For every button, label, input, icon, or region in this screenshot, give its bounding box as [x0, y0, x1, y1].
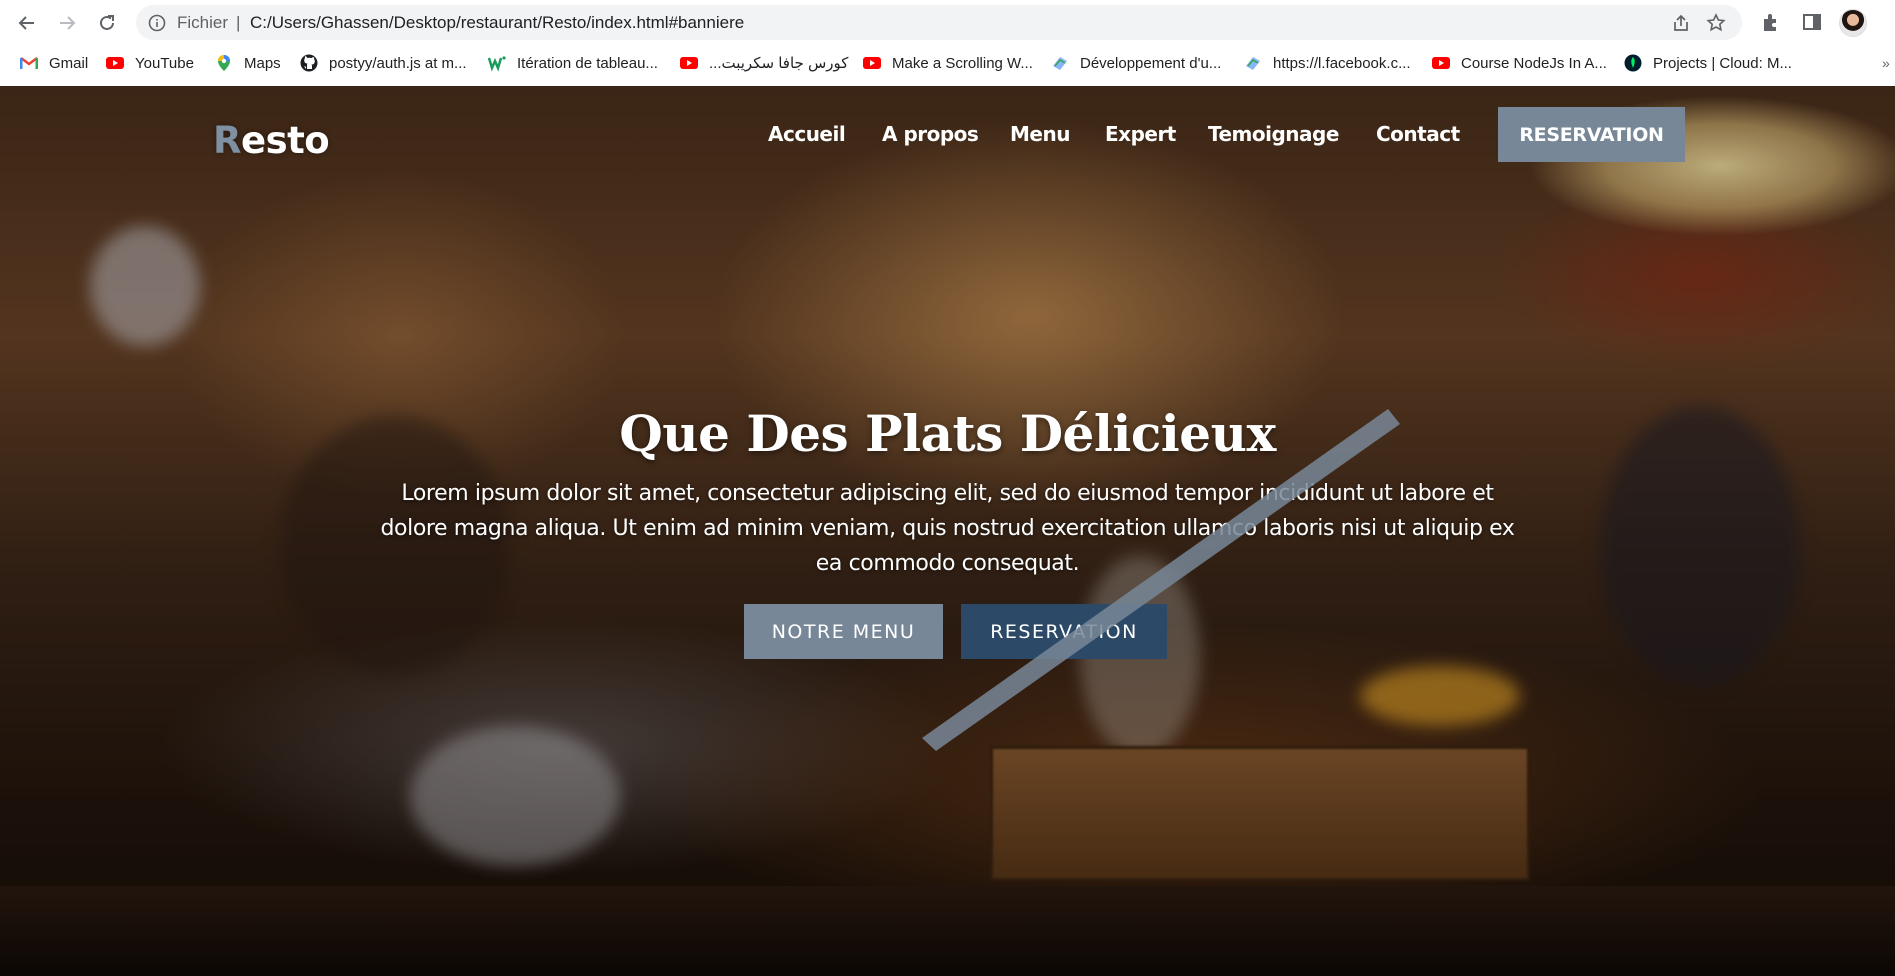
- arrow-right-icon: [60, 16, 76, 30]
- logo-first-letter: R: [213, 119, 242, 162]
- address-bar[interactable]: Fichier | C:/Users/Ghassen/Desktop/resta…: [136, 5, 1742, 40]
- bookmark-label: Gmail: [49, 54, 89, 72]
- hero-title: Que Des Plats Délicieux: [619, 404, 1276, 463]
- nav-temoignage[interactable]: Temoignage: [1208, 122, 1339, 146]
- mongodb-icon: [1624, 54, 1642, 72]
- bookmark-nodejs[interactable]: Course NodeJs In A...: [1432, 51, 1607, 75]
- scheme-separator: |: [236, 13, 241, 32]
- extensions-icon[interactable]: [1760, 11, 1782, 33]
- bookmark-developpement[interactable]: Développement d'u...: [1051, 51, 1221, 75]
- nav-menu[interactable]: Menu: [1010, 122, 1070, 146]
- bookmark-maps[interactable]: Maps: [215, 51, 281, 75]
- maps-icon: [218, 55, 230, 71]
- scheme-label: Fichier: [177, 13, 229, 32]
- youtube-icon: [106, 57, 124, 69]
- share-icon[interactable]: [1671, 13, 1691, 33]
- gmail-icon: [20, 57, 38, 69]
- profile-avatar[interactable]: [1839, 9, 1867, 37]
- youtube-icon: [680, 57, 698, 69]
- w-icon: [488, 56, 506, 72]
- bookmark-label: postyy/auth.js at m...: [329, 54, 467, 72]
- bookmark-js-course[interactable]: كورس جافا سكريبت...: [680, 51, 848, 75]
- site-logo[interactable]: Resto: [213, 119, 330, 162]
- bookmark-label: Make a Scrolling W...: [892, 54, 1033, 72]
- youtube-icon: [1432, 57, 1450, 69]
- youtube-icon: [863, 57, 881, 69]
- hero-description: Lorem ipsum dolor sit amet, consectetur …: [380, 481, 1515, 576]
- bookmark-facebook[interactable]: https://l.facebook.c...: [1244, 51, 1411, 75]
- bookmark-page-icon: [1053, 57, 1067, 70]
- hero-reservation-button[interactable]: RESERVATION: [961, 604, 1167, 659]
- bookmark-label: Maps: [244, 54, 281, 72]
- github-icon: [300, 54, 318, 72]
- bookmark-mongodb[interactable]: Projects | Cloud: M...: [1624, 51, 1792, 75]
- nav-contact[interactable]: Contact: [1376, 122, 1460, 146]
- bookmark-github[interactable]: postyy/auth.js at m...: [300, 51, 467, 75]
- nav-expert[interactable]: Expert: [1105, 122, 1176, 146]
- back-button[interactable]: [12, 8, 42, 38]
- bookmark-page-icon: [1246, 57, 1260, 70]
- url-text[interactable]: C:/Users/Ghassen/Desktop/restaurant/Rest…: [250, 13, 744, 33]
- header-reservation-button[interactable]: RESERVATION: [1498, 107, 1685, 162]
- arrow-left-icon: [18, 16, 34, 30]
- web-page: Resto Accueil A propos Menu Expert Temoi…: [0, 86, 1895, 976]
- reload-icon: [100, 15, 114, 30]
- bookmark-label: Développement d'u...: [1080, 54, 1222, 72]
- bookmark-label: Projects | Cloud: M...: [1653, 54, 1792, 72]
- bookmark-label: https://l.facebook.c...: [1273, 54, 1411, 72]
- bookmark-label: Course NodeJs In A...: [1461, 54, 1607, 72]
- browser-chrome: Fichier | C:/Users/Ghassen/Desktop/resta…: [0, 0, 1895, 86]
- notre-menu-button[interactable]: NOTRE MENU: [744, 604, 943, 659]
- bookmark-scrolling[interactable]: Make a Scrolling W...: [863, 51, 1033, 75]
- forward-button[interactable]: [52, 8, 82, 38]
- bookmark-iteration[interactable]: Itération de tableau...: [488, 51, 658, 75]
- nav-a-propos[interactable]: A propos: [882, 122, 979, 146]
- logo-rest: esto: [241, 119, 330, 162]
- browser-toolbar: Fichier | C:/Users/Ghassen/Desktop/resta…: [0, 0, 1895, 45]
- bookmark-gmail[interactable]: Gmail: [20, 51, 88, 75]
- reload-button[interactable]: [92, 8, 122, 38]
- bookmarks-bar: Gmail YouTube Maps postyy/auth.js at m..…: [0, 46, 1895, 79]
- side-panel-icon[interactable]: [1801, 11, 1823, 33]
- bookmark-label: كورس جافا سكريبت...: [709, 55, 849, 72]
- nav-accueil[interactable]: Accueil: [768, 122, 846, 146]
- site-header: Resto Accueil A propos Menu Expert Temoi…: [0, 86, 1895, 186]
- bookmark-label: Itération de tableau...: [517, 54, 658, 72]
- info-icon[interactable]: [148, 14, 166, 32]
- bookmark-youtube[interactable]: YouTube: [106, 51, 194, 75]
- bookmark-label: YouTube: [135, 54, 194, 72]
- bookmarks-overflow-icon[interactable]: »: [1882, 55, 1890, 71]
- star-icon[interactable]: [1706, 13, 1726, 33]
